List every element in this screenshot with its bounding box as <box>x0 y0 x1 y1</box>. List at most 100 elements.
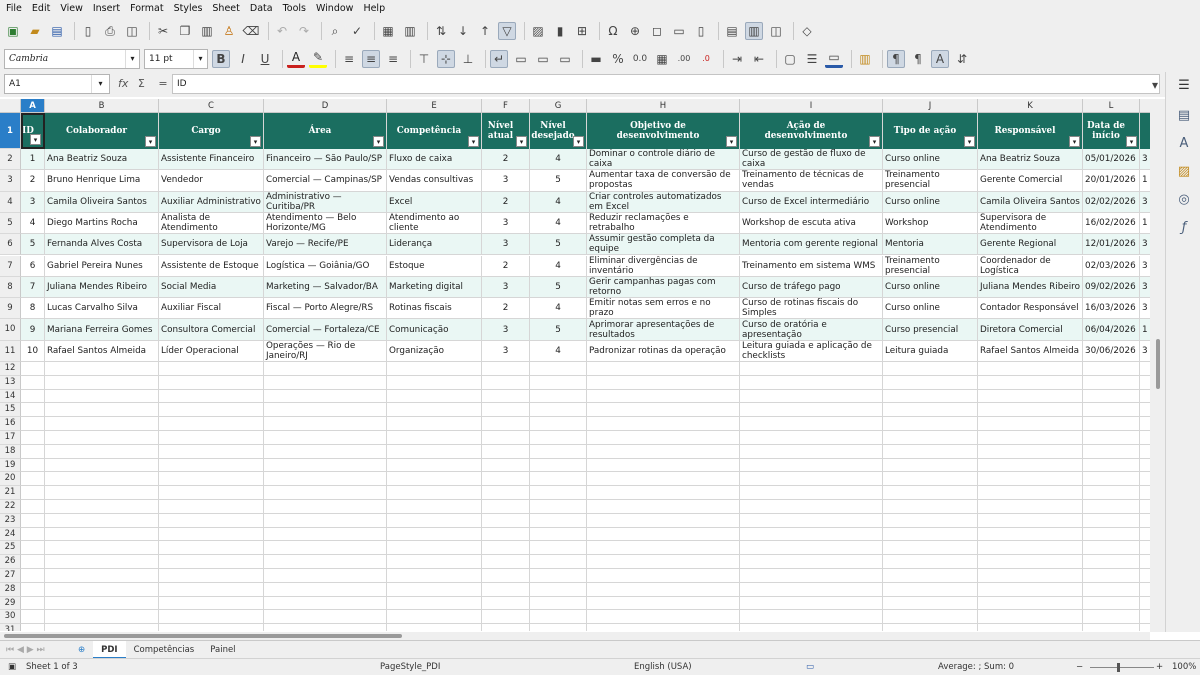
column-header[interactable]: L <box>1083 99 1140 113</box>
empty-cell[interactable] <box>387 596 482 611</box>
empty-cell[interactable] <box>264 458 387 473</box>
table-cell[interactable]: Reduzir reclamações e retrabalho <box>587 212 740 235</box>
export-pdf-icon[interactable]: ▯ <box>79 22 97 40</box>
left-to-right-icon[interactable]: ¶ <box>887 49 905 68</box>
formula-equals-icon[interactable]: = <box>158 77 167 90</box>
row-header[interactable]: 12 <box>0 362 21 376</box>
row-header[interactable]: 23 <box>0 513 21 528</box>
table-cell[interactable]: 2 <box>482 149 530 171</box>
empty-cell[interactable] <box>159 527 264 542</box>
table-cell[interactable]: 5 <box>530 234 587 256</box>
table-cell[interactable]: 2 <box>482 255 530 277</box>
empty-cell[interactable] <box>45 431 159 445</box>
empty-cell[interactable] <box>1140 417 1150 431</box>
column-header[interactable] <box>1140 99 1150 113</box>
empty-cell[interactable] <box>264 500 387 514</box>
empty-cell[interactable] <box>45 527 159 542</box>
empty-cell[interactable] <box>1083 486 1140 500</box>
align-left-icon[interactable]: ≡ <box>340 50 358 68</box>
empty-cell[interactable] <box>21 362 45 376</box>
table-cell[interactable]: 4 <box>530 340 587 362</box>
empty-cell[interactable] <box>387 624 482 631</box>
row-header[interactable]: 3 <box>0 170 21 192</box>
table-cell[interactable]: Bruno Henrique Lima <box>45 170 159 192</box>
table-cell[interactable]: 4 <box>530 191 587 213</box>
table-cell[interactable]: 3 <box>1140 298 1150 320</box>
row-header[interactable]: 15 <box>0 403 21 418</box>
table-cell[interactable]: Curso de oratória e apresentação <box>740 319 883 341</box>
split-window-icon[interactable]: ◫ <box>767 22 785 40</box>
merge-center-icon[interactable]: ▭ <box>512 50 530 68</box>
open-folder-icon[interactable]: ▰ <box>26 22 44 40</box>
table-cell[interactable]: 8 <box>21 298 45 320</box>
underline-button[interactable]: U <box>256 50 274 68</box>
formula-input[interactable]: ID <box>172 74 1160 94</box>
page-style[interactable]: PageStyle_PDI <box>380 662 440 672</box>
table-cell[interactable]: Dominar o controle diário de caixa <box>587 149 740 171</box>
zoom-slider[interactable] <box>1090 667 1154 668</box>
row-header[interactable]: 20 <box>0 472 21 487</box>
table-cell[interactable]: 3 <box>1140 234 1150 256</box>
empty-cell[interactable] <box>482 513 530 528</box>
table-cell[interactable]: Analista de Atendimento <box>159 212 264 235</box>
empty-cell[interactable] <box>387 610 482 625</box>
table-cell[interactable]: Diego Martins Rocha <box>45 212 159 235</box>
empty-cell[interactable] <box>387 555 482 569</box>
table-cell[interactable]: Mentoria <box>883 234 978 256</box>
menu-item-view[interactable]: View <box>60 3 83 14</box>
empty-cell[interactable] <box>530 624 587 631</box>
empty-cell[interactable] <box>883 527 978 542</box>
empty-cell[interactable] <box>1140 362 1150 376</box>
empty-cell[interactable] <box>530 486 587 500</box>
table-cell[interactable]: 4 <box>21 212 45 235</box>
empty-cell[interactable] <box>21 541 45 556</box>
table-cell[interactable]: Contador Responsável <box>978 298 1083 320</box>
zoom-level[interactable]: 100% <box>1172 662 1196 672</box>
font-color-button[interactable]: A <box>287 50 305 68</box>
table-cell[interactable]: Workshop <box>883 212 978 235</box>
empty-cell[interactable] <box>482 582 530 597</box>
selection-mode-icon[interactable]: ▭ <box>806 662 814 672</box>
empty-cell[interactable] <box>387 444 482 459</box>
empty-cell[interactable] <box>883 513 978 528</box>
empty-cell[interactable] <box>1140 555 1150 569</box>
add-sheet-icon[interactable]: ⊕ <box>70 641 93 659</box>
empty-cell[interactable] <box>264 624 387 631</box>
empty-cell[interactable] <box>482 596 530 611</box>
align-right-icon[interactable]: ≡ <box>384 50 402 68</box>
empty-cell[interactable] <box>1140 610 1150 625</box>
empty-cell[interactable] <box>387 472 482 487</box>
print-icon[interactable]: ⎙ <box>101 22 119 40</box>
undo-icon[interactable]: ↶ <box>273 22 291 40</box>
empty-cell[interactable] <box>740 417 883 431</box>
new-document-icon[interactable]: ▣ <box>4 22 22 40</box>
empty-cell[interactable] <box>387 582 482 597</box>
empty-cell[interactable] <box>21 417 45 431</box>
table-cell[interactable]: 10 <box>21 340 45 362</box>
empty-cell[interactable] <box>587 417 740 431</box>
empty-cell[interactable] <box>264 527 387 542</box>
align-center-icon[interactable]: ≡ <box>362 49 380 68</box>
empty-cell[interactable] <box>978 458 1083 473</box>
empty-cell[interactable] <box>740 500 883 514</box>
sheet-navigation[interactable]: ⏮ ◀ ▶ ⏭ <box>0 641 70 659</box>
empty-cell[interactable] <box>587 431 740 445</box>
scroll-thumb[interactable] <box>4 634 402 638</box>
properties-icon[interactable]: ▤ <box>1176 108 1192 124</box>
empty-cell[interactable] <box>978 472 1083 487</box>
chevron-down-icon[interactable]: ▾ <box>193 49 207 68</box>
spreadsheet-grid[interactable]: A B C D E F G H I J K L 1 ID ▾ Colaborador ▾ Cargo ▾ Área ▾ C… <box>0 99 1150 631</box>
empty-cell[interactable] <box>530 610 587 625</box>
empty-cell[interactable] <box>159 596 264 611</box>
table-cell[interactable]: Assistente de Estoque <box>159 255 264 277</box>
table-cell[interactable]: Criar controles automatizados em Excel <box>587 191 740 213</box>
language[interactable]: English (USA) <box>634 662 692 672</box>
empty-cell[interactable] <box>1140 514 1150 528</box>
empty-cell[interactable] <box>740 555 883 569</box>
empty-cell[interactable] <box>587 527 740 542</box>
select-all-corner[interactable] <box>0 99 21 113</box>
empty-cell[interactable] <box>482 569 530 583</box>
table-cell[interactable]: 3 <box>482 170 530 192</box>
empty-cell[interactable] <box>45 362 159 376</box>
empty-cell[interactable] <box>482 431 530 445</box>
